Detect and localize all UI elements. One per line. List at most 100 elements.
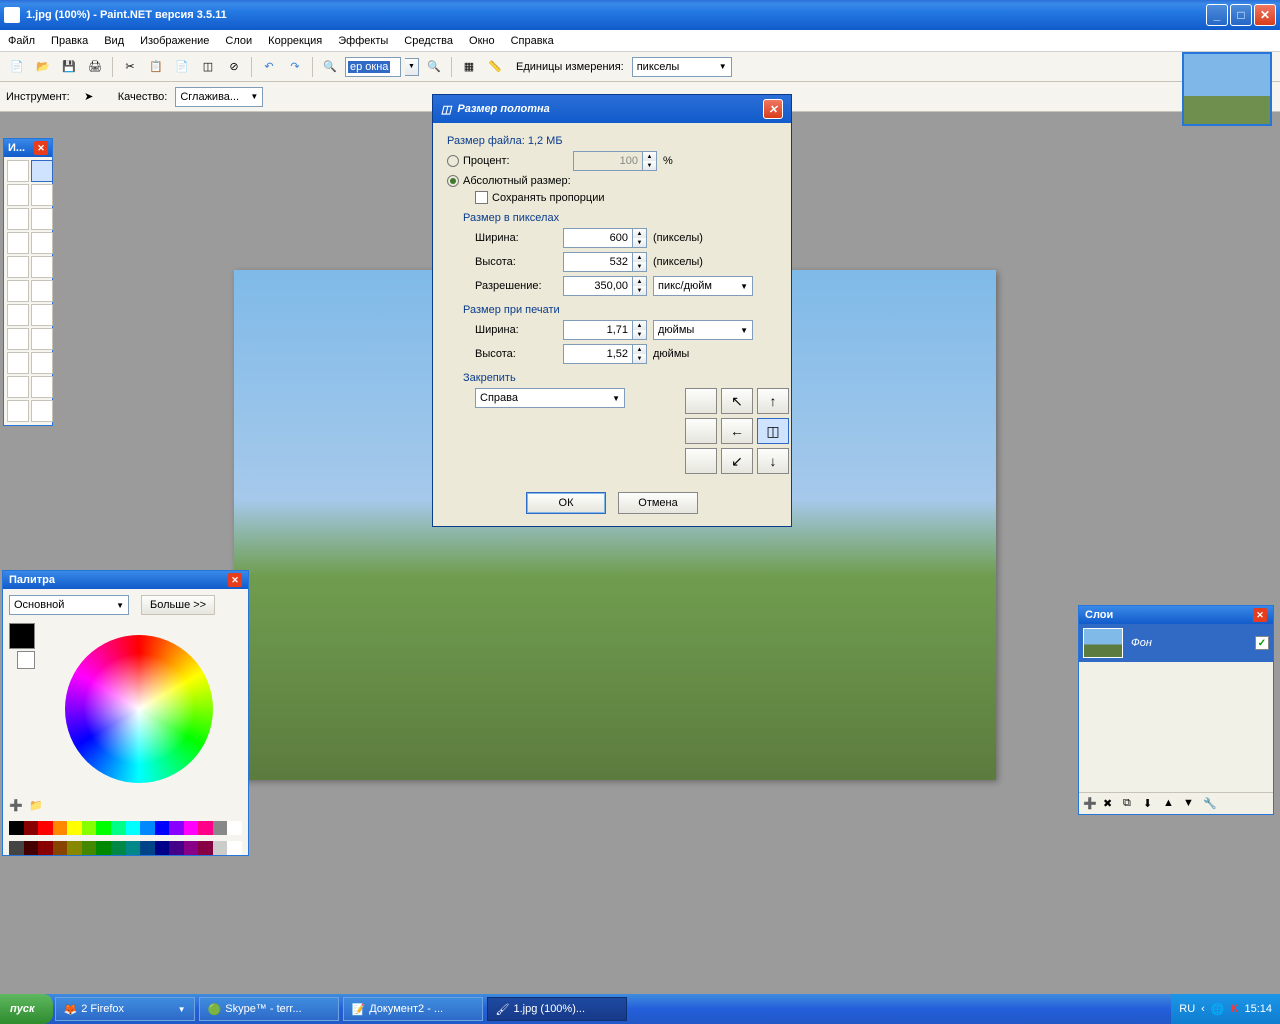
brush-tool[interactable]	[7, 280, 29, 302]
dialog-close-button[interactable]: ✕	[763, 99, 783, 119]
anchor-e[interactable]: ◫	[757, 418, 789, 444]
menu-layers[interactable]: Слои	[225, 35, 252, 47]
tray-av-icon[interactable]: K	[1231, 1003, 1239, 1015]
taskbar-word[interactable]: 📝Документ2 - ...	[343, 997, 483, 1021]
add-layer-icon[interactable]: ➕	[1083, 797, 1101, 815]
crop-icon[interactable]: ◫	[197, 56, 219, 78]
menu-image[interactable]: Изображение	[140, 35, 209, 47]
taskbar-skype[interactable]: 🟢Skype™ - terr...	[199, 997, 339, 1021]
undo-icon[interactable]: ↶	[258, 56, 280, 78]
layers-close-icon[interactable]: ✕	[1253, 608, 1267, 622]
move-down-icon[interactable]: ▼	[1183, 797, 1201, 815]
primary-color-swatch[interactable]	[9, 623, 35, 649]
anchor-combo[interactable]: Справа▼	[475, 388, 625, 408]
dialog-titlebar[interactable]: ◫ Размер полотна ✕	[433, 95, 791, 123]
delete-layer-icon[interactable]: ✖	[1103, 797, 1121, 815]
secondary-color-swatch[interactable]	[17, 651, 35, 669]
rectangle-tool[interactable]	[7, 376, 29, 398]
tray-network-icon[interactable]: 🌐	[1211, 1003, 1225, 1016]
open-icon[interactable]: 📂	[32, 56, 54, 78]
move-up-icon[interactable]: ▲	[1163, 797, 1181, 815]
width-px-spinner[interactable]: ▲▼	[633, 228, 647, 248]
anchor-c[interactable]: ←	[721, 418, 753, 444]
zoom-in-icon[interactable]: 🔍	[423, 56, 445, 78]
tray-clock[interactable]: 15:14	[1244, 1003, 1272, 1015]
taskbar-paint[interactable]: 🖌1.jpg (100%)...	[487, 997, 627, 1021]
redo-icon[interactable]: ↷	[284, 56, 306, 78]
move-selection-tool[interactable]	[31, 184, 53, 206]
current-tool-icon[interactable]: ➤	[78, 86, 100, 108]
palette-close-icon[interactable]: ✕	[228, 573, 242, 587]
color-strip-2[interactable]	[9, 841, 242, 855]
resolution-input[interactable]: 350,00	[563, 276, 633, 296]
percent-radio[interactable]	[447, 155, 459, 167]
height-print-input[interactable]: 1,52	[563, 344, 633, 364]
zoom-out-icon[interactable]: 🔍	[319, 56, 341, 78]
anchor-n[interactable]: ↖	[721, 388, 753, 414]
height-px-input[interactable]: 532	[563, 252, 633, 272]
tray-lang[interactable]: RU	[1179, 1003, 1195, 1015]
paint-bucket-tool[interactable]	[7, 256, 29, 278]
palette-mode-combo[interactable]: Основной▼	[9, 595, 129, 615]
zoom-input[interactable]: ер окна	[345, 57, 401, 77]
cancel-button[interactable]: Отмена	[618, 492, 698, 514]
start-button[interactable]: пуск	[0, 994, 53, 1024]
lasso-tool[interactable]	[7, 184, 29, 206]
paste-icon[interactable]: 📄	[171, 56, 193, 78]
width-print-input[interactable]: 1,71	[563, 320, 633, 340]
move-tool[interactable]	[31, 160, 53, 182]
absolute-radio[interactable]	[447, 175, 459, 187]
menu-help[interactable]: Справка	[511, 35, 554, 47]
anchor-sw[interactable]	[685, 448, 717, 474]
taskbar-firefox[interactable]: 🦊2 Firefox▼	[55, 997, 195, 1021]
recolor-tool[interactable]	[31, 328, 53, 350]
magic-wand-tool[interactable]	[7, 232, 29, 254]
rounded-rect-tool[interactable]	[31, 376, 53, 398]
eraser-tool[interactable]	[31, 280, 53, 302]
anchor-nw[interactable]	[685, 388, 717, 414]
layer-properties-icon[interactable]: 🔧	[1203, 797, 1221, 815]
pan-tool[interactable]	[31, 232, 53, 254]
palette-title[interactable]: Палитра ✕	[3, 571, 248, 589]
print-icon[interactable]: 🖨	[84, 56, 106, 78]
document-thumbnail[interactable]	[1182, 52, 1272, 126]
menu-window[interactable]: Окно	[469, 35, 495, 47]
gradient-tool[interactable]	[31, 256, 53, 278]
width-print-spinner[interactable]: ▲▼	[633, 320, 647, 340]
resolution-spinner[interactable]: ▲▼	[633, 276, 647, 296]
menu-view[interactable]: Вид	[104, 35, 124, 47]
quality-combo[interactable]: Сглажива...▼	[175, 87, 263, 107]
ok-button[interactable]: ОК	[526, 492, 606, 514]
resolution-unit-combo[interactable]: пикс/дюйм▼	[653, 276, 753, 296]
text-tool[interactable]	[7, 352, 29, 374]
clone-tool[interactable]	[7, 328, 29, 350]
anchor-s[interactable]: ↙	[721, 448, 753, 474]
menu-edit[interactable]: Правка	[51, 35, 88, 47]
anchor-ne[interactable]: ↑	[757, 388, 789, 414]
menu-effects[interactable]: Эффекты	[338, 35, 388, 47]
color-picker-tool[interactable]	[31, 304, 53, 326]
palette-more-button[interactable]: Больше >>	[141, 595, 215, 615]
layer-row[interactable]: Фон ✓	[1079, 624, 1273, 662]
menu-file[interactable]: Файл	[8, 35, 35, 47]
height-px-spinner[interactable]: ▲▼	[633, 252, 647, 272]
zoom-tool[interactable]	[31, 208, 53, 230]
pencil-tool[interactable]	[7, 304, 29, 326]
duplicate-layer-icon[interactable]: ⧉	[1123, 797, 1141, 815]
ellipse-select-tool[interactable]	[7, 208, 29, 230]
rect-select-tool[interactable]	[7, 160, 29, 182]
menu-adjustments[interactable]: Коррекция	[268, 35, 322, 47]
new-icon[interactable]: 📄	[6, 56, 28, 78]
tools-close-icon[interactable]: ✕	[34, 141, 48, 155]
line-tool[interactable]	[31, 352, 53, 374]
anchor-se[interactable]: ↓	[757, 448, 789, 474]
color-wheel[interactable]	[65, 635, 213, 783]
tools-window-title[interactable]: И... ✕	[4, 139, 52, 157]
print-unit-combo[interactable]: дюймы▼	[653, 320, 753, 340]
palette-manage-icon[interactable]: 📁	[29, 799, 45, 815]
tray-chevron-icon[interactable]: ‹	[1201, 1003, 1205, 1015]
width-px-input[interactable]: 600	[563, 228, 633, 248]
maximize-button[interactable]: □	[1230, 4, 1252, 26]
add-color-icon[interactable]: ➕	[9, 799, 25, 815]
anchor-w[interactable]	[685, 418, 717, 444]
